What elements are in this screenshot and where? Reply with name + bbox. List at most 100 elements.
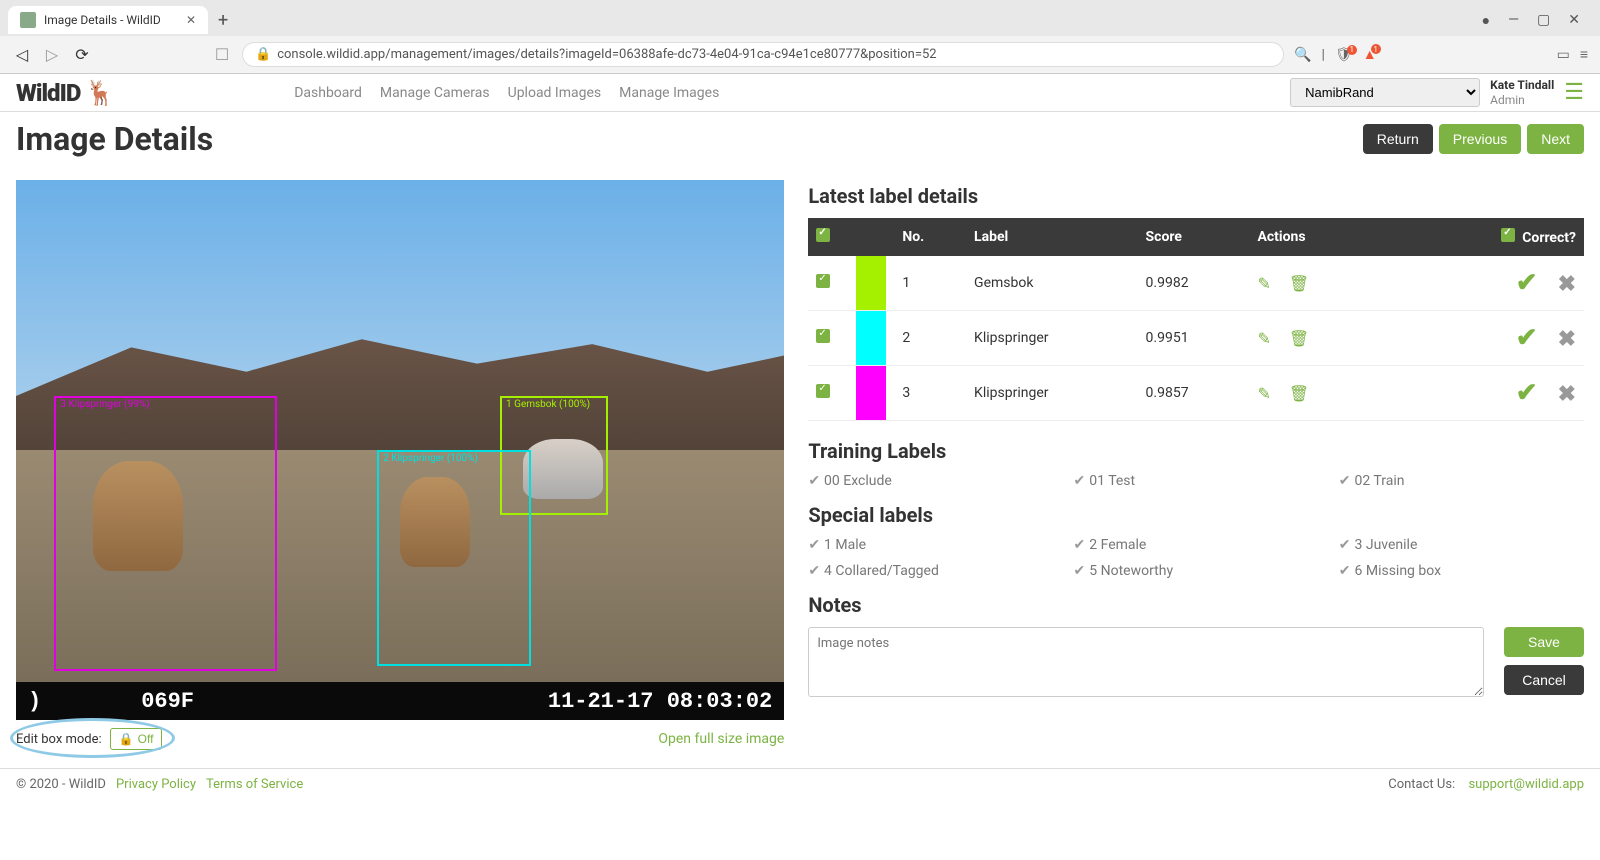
row-checkbox[interactable]	[816, 329, 830, 343]
minimize-icon[interactable]: —	[1508, 12, 1519, 29]
check-icon: ✔	[1339, 537, 1351, 553]
correct-yes-icon[interactable]: ✔	[1516, 323, 1538, 353]
correct-no-icon[interactable]: ✖	[1558, 272, 1576, 297]
back-icon[interactable]: ◁	[12, 45, 32, 64]
bbox-label: 3 Klipspringer (99%)	[56, 398, 153, 411]
table-row: 1Gemsbok0.9982✎🗑✔✖	[808, 256, 1584, 311]
settings-dot-icon[interactable]: ●	[1482, 12, 1490, 29]
color-swatch	[856, 366, 886, 420]
cancel-notes-button[interactable]: Cancel	[1504, 665, 1584, 695]
return-button[interactable]: Return	[1363, 124, 1433, 154]
correct-all-checkbox[interactable]	[1501, 228, 1515, 242]
save-notes-button[interactable]: Save	[1504, 627, 1584, 657]
col-label: Label	[966, 218, 1137, 256]
open-full-size-link[interactable]: Open full size image	[658, 731, 784, 747]
shield-icon[interactable]: 🛡1	[1335, 47, 1353, 63]
bbox[interactable]: 2 Klipspringer (100%)	[377, 450, 531, 666]
bookmark-icon[interactable]: ☐	[212, 45, 232, 64]
check-icon: ✔	[1339, 473, 1351, 489]
browser-chrome: Image Details - WildID ✕ + ● — ▢ ✕ ◁ ▷ ⟳…	[0, 0, 1600, 74]
tag-item[interactable]: ✔5 Noteworthy	[1074, 563, 1319, 579]
correct-no-icon[interactable]: ✖	[1558, 382, 1576, 407]
check-icon: ✔	[1074, 537, 1086, 553]
delete-icon[interactable]: 🗑	[1289, 384, 1309, 403]
bbox[interactable]: 3 Klipspringer (99%)	[54, 396, 277, 671]
maximize-icon[interactable]: ▢	[1537, 12, 1550, 29]
edit-icon[interactable]: ✎	[1257, 274, 1270, 293]
edit-icon[interactable]: ✎	[1257, 384, 1270, 403]
tag-item[interactable]: ✔01 Test	[1074, 473, 1319, 489]
edit-mode-toggle[interactable]: 🔒 Off	[110, 728, 163, 750]
delete-icon[interactable]: 🗑	[1289, 329, 1309, 348]
color-swatch	[856, 256, 886, 310]
row-checkbox[interactable]	[816, 384, 830, 398]
row-score: 0.9951	[1138, 311, 1250, 366]
nav-dashboard[interactable]: Dashboard	[294, 85, 362, 101]
hamburger-icon[interactable]: ☰	[1564, 80, 1584, 105]
image-timestamp-bar: ) 069F 11-21-17 08:03:02	[16, 682, 784, 720]
notes-textarea[interactable]	[808, 627, 1484, 697]
row-no: 3	[894, 366, 966, 421]
row-score: 0.9982	[1138, 256, 1250, 311]
tag-item[interactable]: ✔2 Female	[1074, 537, 1319, 553]
delete-icon[interactable]: 🗑	[1289, 274, 1309, 293]
footer-contact-label: Contact Us:	[1388, 777, 1458, 792]
close-tab-icon[interactable]: ✕	[186, 13, 196, 27]
menu-icon[interactable]: ≡	[1580, 46, 1588, 63]
special-title: Special labels	[808, 503, 1584, 527]
tag-item[interactable]: ✔6 Missing box	[1339, 563, 1584, 579]
main-nav: Dashboard Manage Cameras Upload Images M…	[294, 85, 719, 101]
reader-icon[interactable]: ▭	[1557, 47, 1570, 63]
correct-yes-icon[interactable]: ✔	[1516, 268, 1538, 298]
site-select[interactable]: NamibRand	[1290, 78, 1480, 107]
nav-manage-cameras[interactable]: Manage Cameras	[380, 85, 490, 101]
close-window-icon[interactable]: ✕	[1568, 12, 1580, 29]
check-icon: ✔	[1339, 563, 1351, 579]
zoom-icon[interactable]: 🔍	[1294, 47, 1311, 63]
correct-yes-icon[interactable]: ✔	[1516, 378, 1538, 408]
edit-icon[interactable]: ✎	[1257, 329, 1270, 348]
table-row: 3Klipspringer0.9857 ✎ 🗑 ✔ ✖	[808, 366, 1584, 421]
footer-copyright: © 2020 - WildID	[16, 777, 106, 792]
row-label: Gemsbok	[966, 256, 1137, 311]
page-title: Image Details	[16, 120, 213, 158]
correct-no-icon[interactable]: ✖	[1558, 327, 1576, 352]
col-no: No.	[894, 218, 966, 256]
next-button[interactable]: Next	[1527, 124, 1584, 154]
col-score: Score	[1138, 218, 1250, 256]
row-score: 0.9857	[1138, 366, 1250, 421]
browser-tab[interactable]: Image Details - WildID ✕	[8, 6, 208, 34]
lock-icon: 🔒	[119, 732, 134, 746]
check-icon: ✔	[808, 473, 820, 489]
reload-icon[interactable]: ⟳	[72, 45, 92, 64]
forward-icon[interactable]: ▷	[42, 45, 62, 64]
check-icon: ✔	[808, 537, 820, 553]
nav-manage-images[interactable]: Manage Images	[619, 85, 719, 101]
footer-terms[interactable]: Terms of Service	[206, 777, 303, 792]
footer-privacy[interactable]: Privacy Policy	[116, 777, 196, 792]
tag-item[interactable]: ✔4 Collared/Tagged	[808, 563, 1053, 579]
select-all-checkbox[interactable]	[816, 228, 830, 242]
logo[interactable]: WildID 🦌	[16, 79, 114, 107]
training-title: Training Labels	[808, 439, 1584, 463]
detection-image[interactable]: 1 Gemsbok (100%)2 Klipspringer (100%)3 K…	[16, 180, 784, 720]
nav-upload-images[interactable]: Upload Images	[508, 85, 602, 101]
footer-contact-email[interactable]: support@wildid.app	[1468, 777, 1584, 792]
row-checkbox[interactable]	[816, 274, 830, 288]
color-swatch	[856, 311, 886, 365]
extension-icon[interactable]: ▲1	[1363, 46, 1377, 63]
user-block[interactable]: Kate Tindall Admin	[1490, 78, 1554, 107]
tag-item[interactable]: ✔00 Exclude	[808, 473, 1053, 489]
tag-item[interactable]: ✔3 Juvenile	[1339, 537, 1584, 553]
check-icon: ✔	[808, 563, 820, 579]
address-bar[interactable]: 🔒 console.wildid.app/management/images/d…	[242, 42, 1284, 67]
edit-mode-label: Edit box mode:	[16, 732, 102, 747]
tag-item[interactable]: ✔02 Train	[1339, 473, 1584, 489]
row-label: Klipspringer	[966, 366, 1137, 421]
new-tab-button[interactable]: +	[208, 6, 238, 35]
label-table: No. Label Score Actions Correct? 1Gemsbo…	[808, 218, 1584, 421]
bbox-label: 2 Klipspringer (100%)	[379, 452, 482, 465]
row-no: 2	[894, 311, 966, 366]
previous-button[interactable]: Previous	[1439, 124, 1521, 154]
tag-item[interactable]: ✔1 Male	[808, 537, 1053, 553]
